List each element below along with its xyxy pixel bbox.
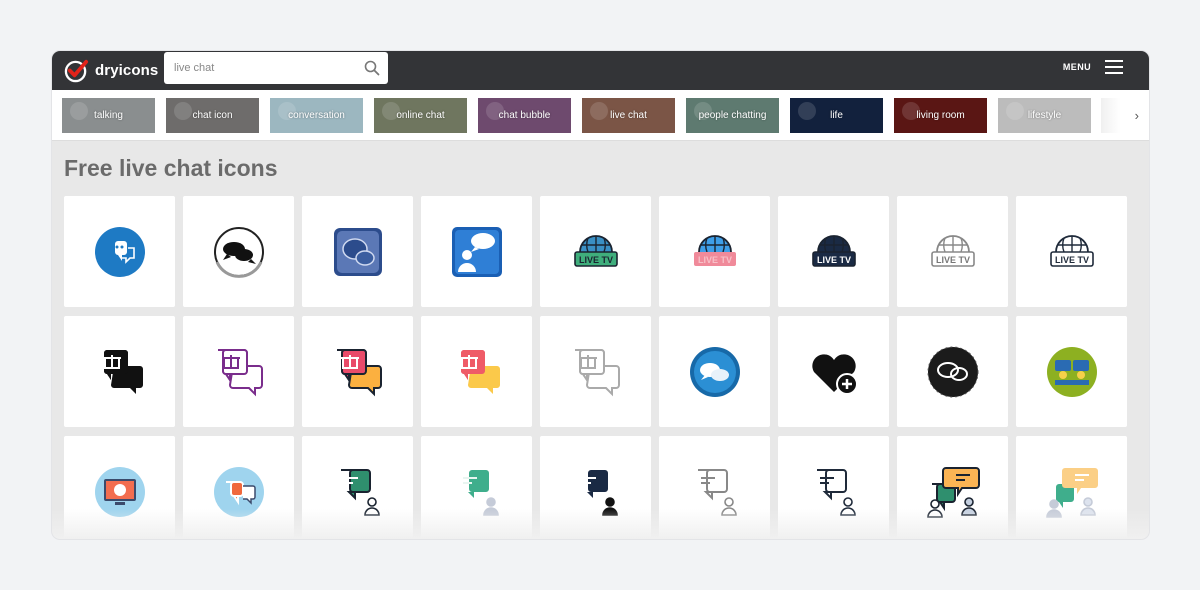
live-tv-outline-gray-icon: LIVE TV bbox=[930, 234, 975, 267]
tag-lifestyle[interactable]: lifestyle bbox=[998, 98, 1091, 133]
icon-card[interactable] bbox=[183, 196, 294, 307]
tag-label: life bbox=[830, 110, 843, 121]
blue-user-chat-icon bbox=[451, 226, 502, 277]
tag-online-chat[interactable]: online chat bbox=[374, 98, 467, 133]
icon-card[interactable] bbox=[183, 316, 294, 427]
page-title: Free live chat icons bbox=[64, 155, 278, 181]
tag-life[interactable]: life bbox=[790, 98, 883, 133]
gift-chat-color-icon bbox=[336, 348, 382, 396]
tag-label: lifestyle bbox=[1027, 110, 1062, 121]
search-icon[interactable] bbox=[364, 60, 380, 76]
tag-label: live chat bbox=[610, 110, 647, 121]
logo[interactable]: dryicons bbox=[64, 58, 158, 83]
svg-text:LIVE TV: LIVE TV bbox=[1054, 255, 1088, 265]
scroll-fade bbox=[52, 509, 1149, 539]
live-tv-dark-icon: LIVE TV bbox=[811, 234, 856, 267]
icon-card[interactable]: LIVE TV bbox=[659, 196, 770, 307]
related-tags-bar: talking chat icon conversation online chat c… bbox=[52, 90, 1149, 141]
gift-chat-outline-icon bbox=[574, 348, 620, 396]
gift-chat-purple-icon bbox=[217, 348, 263, 396]
icon-card[interactable] bbox=[421, 196, 532, 307]
tag-label: living room bbox=[916, 110, 965, 121]
icon-card[interactable] bbox=[778, 316, 889, 427]
icon-card[interactable] bbox=[302, 316, 413, 427]
blue-square-chat-icon bbox=[333, 227, 382, 276]
tag-chat-bubble[interactable]: chat bubble bbox=[478, 98, 571, 133]
live-tv-outline-dark-icon: LIVE TV bbox=[1049, 234, 1094, 267]
hamburger-icon bbox=[1105, 60, 1123, 74]
icon-card[interactable]: LIVE TV bbox=[1016, 196, 1127, 307]
tag-living-room[interactable]: living room bbox=[894, 98, 987, 133]
live-tv-pink-icon: LIVE TV bbox=[693, 234, 736, 266]
icon-card[interactable]: LIVE TV bbox=[897, 196, 1008, 307]
tag-live-chat[interactable]: live chat bbox=[582, 98, 675, 133]
icon-card[interactable] bbox=[421, 316, 532, 427]
black-chat-bubbles-icon bbox=[213, 226, 264, 278]
icon-card[interactable] bbox=[897, 316, 1008, 427]
icon-card[interactable] bbox=[659, 316, 770, 427]
menu-label: MENU bbox=[1062, 62, 1091, 72]
svg-text:LIVE TV: LIVE TV bbox=[935, 255, 969, 265]
icon-card[interactable] bbox=[64, 316, 175, 427]
tag-label: chat icon bbox=[192, 110, 233, 121]
blue-sphere-chat-icon bbox=[689, 346, 740, 397]
tag-chat-icon[interactable]: chat icon bbox=[166, 98, 259, 133]
menu-button[interactable]: MENU bbox=[1063, 60, 1123, 74]
icon-card[interactable] bbox=[1016, 316, 1127, 427]
tag-label: people chatting bbox=[698, 110, 767, 121]
tag-label: conversation bbox=[288, 110, 345, 121]
live-tv-green-icon: LIVE TV bbox=[573, 234, 618, 267]
icon-card[interactable] bbox=[64, 196, 175, 307]
tag-label: online chat bbox=[396, 110, 445, 121]
sketch-chat-circle-icon bbox=[927, 346, 978, 397]
tag-talking[interactable]: talking bbox=[62, 98, 155, 133]
search-input[interactable] bbox=[174, 54, 360, 82]
tag-conversation[interactable]: conversation bbox=[270, 98, 363, 133]
green-circle-chat-icon bbox=[1046, 346, 1097, 397]
icon-card[interactable] bbox=[302, 196, 413, 307]
search-box bbox=[164, 52, 388, 84]
icon-card[interactable]: LIVE TV bbox=[540, 196, 651, 307]
icon-card[interactable] bbox=[540, 316, 651, 427]
gift-chat-black-icon bbox=[98, 349, 143, 394]
svg-text:LIVE TV: LIVE TV bbox=[816, 255, 850, 265]
svg-text:LIVE TV: LIVE TV bbox=[697, 255, 731, 265]
heart-plus-icon bbox=[811, 353, 858, 395]
logo-check-icon bbox=[64, 59, 89, 83]
tag-people-chatting[interactable]: people chatting bbox=[686, 98, 779, 133]
blue-circle-chat-icon bbox=[94, 226, 145, 277]
tags-next-arrow-icon[interactable]: › bbox=[1101, 98, 1149, 133]
icon-card[interactable]: LIVE TV bbox=[778, 196, 889, 307]
logo-text: dryicons bbox=[95, 62, 159, 79]
tag-label: talking bbox=[94, 110, 123, 121]
top-navbar: dryicons MENU bbox=[52, 51, 1149, 90]
tag-label: chat bubble bbox=[498, 110, 551, 121]
browser-window: dryicons MENU talking chat icon conversati… bbox=[52, 51, 1149, 539]
svg-text:LIVE TV: LIVE TV bbox=[578, 255, 612, 265]
gift-chat-flat-icon bbox=[455, 349, 500, 394]
